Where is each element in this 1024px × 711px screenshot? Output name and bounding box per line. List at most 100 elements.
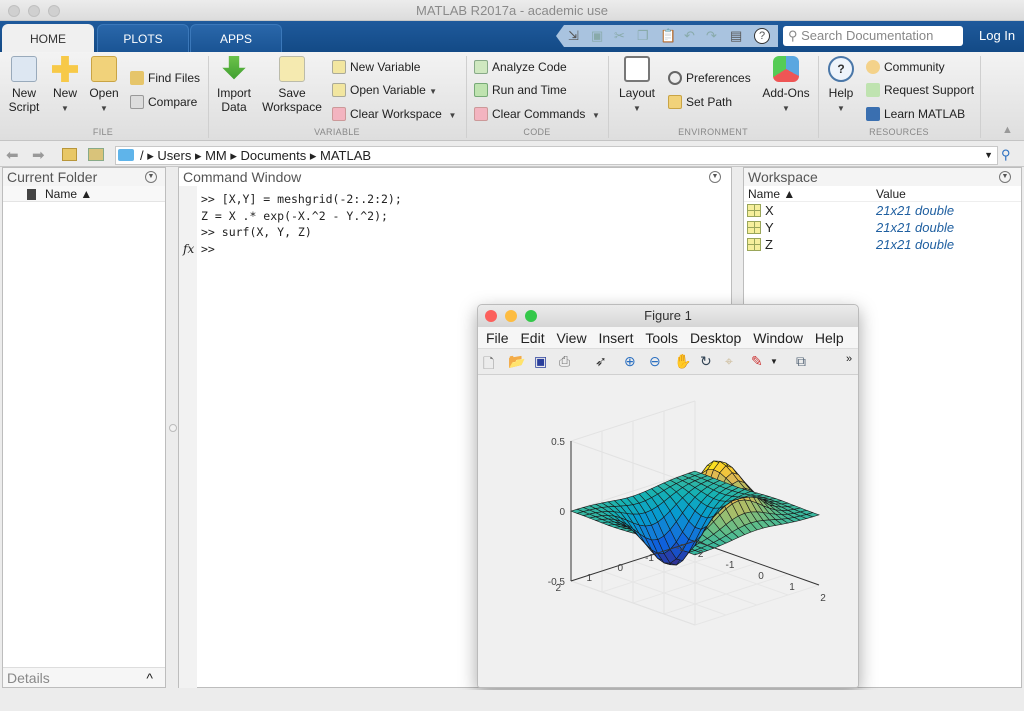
analyze-code-button[interactable]: Analyze Code xyxy=(474,59,567,75)
preferences-button[interactable]: Preferences xyxy=(668,70,751,86)
name-column-header[interactable]: Name ▲ xyxy=(748,186,795,202)
panel-actions-icon[interactable]: ▼ xyxy=(709,171,721,183)
menu-view[interactable]: View xyxy=(556,330,586,346)
matrix-icon xyxy=(747,221,761,234)
run-and-time-button[interactable]: Run and Time xyxy=(474,82,567,98)
new-button[interactable]: New ▼ xyxy=(50,56,80,116)
minimize-window-button[interactable] xyxy=(28,5,40,17)
help-button[interactable]: ? Help ▼ xyxy=(826,56,856,116)
close-window-button[interactable] xyxy=(8,5,20,17)
menu-insert[interactable]: Insert xyxy=(598,330,633,346)
zoom-in-icon[interactable]: ⊕ xyxy=(624,353,636,370)
request-support-button[interactable]: Request Support xyxy=(866,82,974,98)
new-script-button[interactable]: New Script xyxy=(6,56,42,114)
workspace-row[interactable]: Y 21x21 double xyxy=(744,219,1021,236)
switch-windows-icon[interactable]: ▤ xyxy=(730,28,742,44)
path-segment[interactable]: Documents xyxy=(241,148,307,163)
minimize-figure-button[interactable] xyxy=(505,310,517,322)
name-column-header[interactable]: Name ▲ xyxy=(3,186,165,202)
divider xyxy=(208,56,209,138)
copy-icon[interactable]: ❐ xyxy=(637,28,649,44)
z-tick-label: 0 xyxy=(559,507,565,518)
cut-icon[interactable]: ✂ xyxy=(614,28,625,44)
clear-workspace-button[interactable]: Clear Workspace ▼ xyxy=(332,106,456,124)
open-file-icon[interactable]: 📂 xyxy=(508,353,525,370)
pointer-icon[interactable]: ➶ xyxy=(595,353,607,370)
find-files-icon xyxy=(130,71,144,85)
save-icon[interactable]: ▣ xyxy=(534,353,547,370)
brush-icon[interactable]: ✎ xyxy=(751,353,763,370)
path-segment[interactable]: MATLAB xyxy=(320,148,371,163)
zoom-window-button[interactable] xyxy=(48,5,60,17)
tab-plots[interactable]: PLOTS xyxy=(97,24,189,52)
new-figure-icon[interactable]: 🗋 xyxy=(483,353,494,377)
search-documentation-input[interactable]: ⚲ Search Documentation xyxy=(783,26,963,46)
menu-desktop[interactable]: Desktop xyxy=(690,330,741,346)
splitter-handle[interactable] xyxy=(169,424,177,432)
data-cursor-icon[interactable]: ⌖ xyxy=(725,353,733,370)
y-tick-label: 1 xyxy=(586,573,592,584)
brush-dropdown-icon[interactable]: ▼ xyxy=(770,357,778,366)
current-folder-path[interactable]: / ▸ Users ▸ MM ▸ Documents ▸ MATLAB ▼ xyxy=(115,146,998,165)
open-variable-button[interactable]: Open Variable ▼ xyxy=(332,82,437,100)
surface-plot[interactable]: -0.500.5-2-1012-2-1012 xyxy=(478,375,858,685)
figure-window[interactable]: Figure 1 File Edit View Insert Tools Des… xyxy=(477,304,859,688)
menu-edit[interactable]: Edit xyxy=(520,330,544,346)
forward-icon[interactable]: ➡ xyxy=(32,146,45,164)
path-segment[interactable]: / xyxy=(140,148,144,163)
panel-actions-icon[interactable]: ▼ xyxy=(999,171,1011,183)
path-segment[interactable]: Users xyxy=(157,148,191,163)
print-icon[interactable]: ⎙ xyxy=(559,353,570,370)
clear-commands-button[interactable]: Clear Commands ▼ xyxy=(474,106,600,124)
workspace-row[interactable]: Z 21x21 double xyxy=(744,236,1021,253)
maximize-figure-button[interactable] xyxy=(525,310,537,322)
log-in-button[interactable]: Log In xyxy=(979,26,1015,46)
close-figure-button[interactable] xyxy=(485,310,497,322)
import-data-button[interactable]: Import Data xyxy=(214,56,254,114)
tab-apps[interactable]: APPS xyxy=(190,24,282,52)
learn-matlab-button[interactable]: Learn MATLAB xyxy=(866,106,965,122)
browse-folder-icon[interactable] xyxy=(88,148,104,161)
search-folder-icon[interactable]: ⚲ xyxy=(1001,147,1011,163)
rotate-3d-icon[interactable]: ↻ xyxy=(700,353,712,370)
set-path-button[interactable]: Set Path xyxy=(668,94,732,110)
path-segment[interactable]: MM xyxy=(205,148,227,163)
link-plot-icon[interactable]: ⧉ xyxy=(796,353,806,370)
save-workspace-button[interactable]: Save Workspace xyxy=(262,56,322,114)
new-variable-button[interactable]: New Variable xyxy=(332,59,420,75)
function-browser-icon[interactable]: fx xyxy=(183,242,194,256)
zoom-out-icon[interactable]: ⊖ xyxy=(649,353,661,370)
menu-help[interactable]: Help xyxy=(815,330,844,346)
open-button[interactable]: Open ▼ xyxy=(88,56,120,116)
redo-icon[interactable]: ↷ xyxy=(706,28,717,44)
workspace-row[interactable]: X 21x21 double xyxy=(744,202,1021,219)
undo-icon[interactable]: ↶ xyxy=(684,28,695,44)
tab-home[interactable]: HOME xyxy=(2,24,94,52)
details-pane[interactable]: Details ^ xyxy=(3,667,165,687)
find-files-button[interactable]: Find Files xyxy=(130,70,200,86)
pan-icon[interactable]: ✋ xyxy=(674,353,691,370)
chevron-up-icon[interactable]: ^ xyxy=(146,668,153,688)
path-dropdown-icon[interactable]: ▼ xyxy=(984,147,993,164)
menu-window[interactable]: Window xyxy=(753,330,803,346)
menu-tools[interactable]: Tools xyxy=(645,330,678,346)
paste-icon[interactable]: 📋 xyxy=(660,28,676,44)
community-button[interactable]: Community xyxy=(866,59,945,75)
more-tools-icon[interactable]: » xyxy=(846,353,852,365)
panel-actions-icon[interactable]: ▼ xyxy=(145,171,157,183)
collapse-ribbon-icon[interactable]: ▲ xyxy=(1002,124,1013,136)
new-shortcut-icon[interactable]: ⇲ xyxy=(568,28,579,44)
help-icon[interactable]: ? xyxy=(754,28,770,44)
command-prompt[interactable]: >> xyxy=(201,241,402,258)
add-ons-button[interactable]: Add-Ons ▼ xyxy=(758,56,814,116)
menu-file[interactable]: File xyxy=(486,330,509,346)
save-workspace-icon xyxy=(279,56,305,82)
environment-section-label: ENVIRONMENT xyxy=(678,127,748,137)
up-folder-icon[interactable] xyxy=(62,148,77,161)
save-icon[interactable]: ▣ xyxy=(591,28,603,44)
value-column-header[interactable]: Value xyxy=(876,186,906,202)
compare-button[interactable]: Compare xyxy=(130,94,197,110)
back-icon[interactable]: ⬅ xyxy=(6,146,19,164)
x-axis-line xyxy=(694,540,820,586)
layout-button[interactable]: Layout ▼ xyxy=(616,56,658,116)
